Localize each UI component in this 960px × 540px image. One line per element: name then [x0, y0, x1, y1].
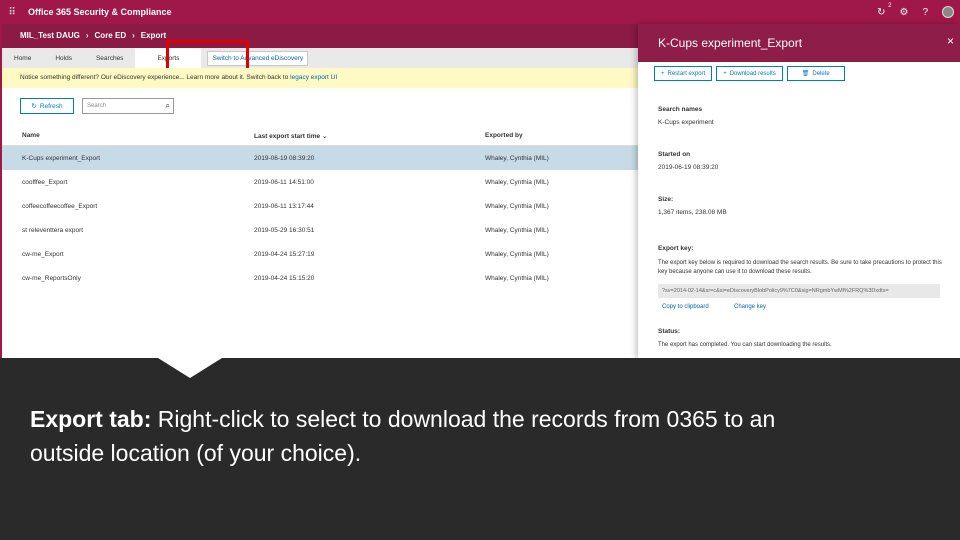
delete-button[interactable]: 🗑 Delete [786, 66, 845, 81]
row-name: st releventtera export [22, 226, 84, 234]
search-icon[interactable]: ⌕ [166, 101, 170, 111]
caption-bold: Export tab: [30, 406, 152, 432]
refresh-button[interactable]: ↻ Refresh [20, 98, 74, 114]
callout-pointer [158, 358, 222, 378]
column-header-exported-by[interactable]: Exported by [485, 132, 642, 139]
chevron-right-icon: › [132, 31, 135, 40]
app-launcher-icon[interactable]: ⠿ [0, 0, 24, 24]
row-time: 2019-04-24 15:27:19 [254, 250, 315, 258]
notice-text: Notice something different? Our eDiscove… [20, 74, 245, 81]
notice-banner: Notice something different? Our eDiscove… [2, 68, 642, 88]
change-key-link[interactable]: Change key [734, 304, 766, 310]
avatar[interactable] [942, 6, 954, 18]
refresh-label: Refresh [39, 102, 63, 110]
tab-holds[interactable]: Holds [43, 48, 84, 68]
panel-header: K-Cups experiment_Export × [638, 24, 960, 62]
tab-home[interactable]: Home [2, 48, 43, 68]
refresh-icon: ↻ [31, 103, 37, 110]
panel-title: K-Cups experiment_Export [658, 36, 803, 50]
row-exported-by: Whaley, Cynthia (MIL) [485, 250, 549, 258]
chevron-right-icon: › [85, 31, 89, 40]
caption: Export tab: Right-click to select to dow… [30, 402, 830, 470]
notice-switch-text: Switch back to [246, 74, 289, 81]
panel-actions: + Restart export + Download results 🗑 Delet… [654, 66, 845, 81]
row-name: K-Cups experiment_Export [22, 154, 101, 162]
status-value: The export has completed. You can start … [658, 342, 832, 348]
search-input[interactable]: Search ⌕ [82, 98, 174, 114]
table-row[interactable]: st releventtera export 2019-05-29 16:30:… [2, 218, 642, 242]
row-exported-by: Whaley, Cynthia (MIL) [485, 154, 549, 162]
breadcrumb: MIL_Test DAUG › Core ED › Export [20, 31, 166, 40]
search-names-value: K-Cups experiment [658, 119, 714, 126]
tab-searches[interactable]: Searches [84, 48, 135, 68]
status-label: Status: [658, 328, 681, 335]
row-time: 2019-06-11 14:51:00 [254, 178, 314, 186]
plus-icon: + [723, 70, 727, 77]
notifications-icon[interactable]: ↻ 2 [877, 3, 891, 18]
legacy-export-link[interactable]: legacy export UI [290, 74, 337, 81]
download-results-button[interactable]: + Download results [716, 66, 783, 81]
table-row[interactable]: coofffee_Export 2019-06-11 14:51:00 Whal… [2, 170, 642, 194]
row-exported-by: Whaley, Cynthia (MIL) [485, 274, 549, 282]
slide: ⠿ Office 365 Security & Compliance ↻ 2 ⚙ … [0, 0, 960, 540]
started-on-label: Started on [658, 151, 691, 158]
trash-icon: 🗑 [801, 71, 810, 77]
search-names-label: Search names [658, 106, 703, 113]
row-exported-by: Whaley, Cynthia (MIL) [485, 178, 549, 186]
exports-table: Name Last export start time ⌄ Exported b… [2, 126, 642, 290]
appbar-actions: ↻ 2 ⚙ ? [877, 0, 954, 24]
settings-icon[interactable]: ⚙ [899, 7, 908, 18]
search-placeholder: Search [87, 103, 107, 109]
row-time: 2019-04-24 15:15:20 [254, 274, 315, 282]
size-value: 1,367 items, 238.08 MB [658, 209, 727, 216]
size-label: Size: [658, 196, 674, 203]
sort-down-icon: ⌄ [321, 132, 328, 140]
export-details-panel: K-Cups experiment_Export × + Restart expo… [638, 24, 960, 358]
export-key-label: Export key: [658, 245, 694, 252]
restart-export-label: Restart export [667, 70, 706, 77]
table-header: Name Last export start time ⌄ Exported b… [2, 126, 642, 146]
table-row[interactable]: K-Cups experiment_Export 2019-06-19 08:3… [2, 146, 642, 170]
export-key-description: The export key below is required to down… [658, 260, 942, 275]
row-time: 2019-06-19 08:39:20 [254, 154, 315, 162]
copy-to-clipboard-link[interactable]: Copy to clipboard [662, 304, 709, 310]
row-name: coofffee_Export [22, 178, 68, 186]
row-name: coffeecoffeecoffee_Export [22, 202, 98, 210]
plus-icon: + [661, 70, 665, 77]
row-name: cw-me_Export [22, 250, 64, 258]
table-row[interactable]: cw-me_ReportsOnly 2019-04-24 15:15:20 Wh… [2, 266, 642, 290]
breadcrumb-item[interactable]: MIL_Test DAUG [20, 31, 80, 40]
column-header-name[interactable]: Name [2, 132, 254, 139]
delete-label: Delete [812, 70, 830, 77]
row-name: cw-me_ReportsOnly [22, 274, 81, 282]
download-results-label: Download results [729, 70, 776, 77]
column-header-time[interactable]: Last export start time ⌄ [254, 132, 485, 140]
breadcrumb-item[interactable]: Core ED [95, 31, 127, 40]
restart-export-button[interactable]: + Restart export [654, 66, 713, 81]
column-header-time-label: Last export start time [254, 132, 321, 140]
notification-count: 2 [888, 2, 892, 9]
row-exported-by: Whaley, Cynthia (MIL) [485, 226, 549, 234]
help-icon[interactable]: ? [922, 7, 928, 18]
app-bar: ⠿ Office 365 Security & Compliance ↻ 2 ⚙ … [0, 0, 960, 24]
started-on-value: 2019-06-19 08:39:20 [658, 164, 719, 171]
table-row[interactable]: cw-me_Export 2019-04-24 15:27:19 Whaley,… [2, 242, 642, 266]
table-row[interactable]: coffeecoffeecoffee_Export 2019-06-11 13:… [2, 194, 642, 218]
row-exported-by: Whaley, Cynthia (MIL) [485, 202, 549, 210]
breadcrumb-item[interactable]: Export [141, 31, 166, 40]
row-time: 2019-05-29 16:30:51 [254, 226, 315, 234]
app-title: Office 365 Security & Compliance [28, 7, 172, 17]
close-icon[interactable]: × [947, 34, 954, 48]
export-key-field[interactable]: ?sv=2014-02-14&sr=c&si=eDiscoveryBlobPol… [658, 284, 940, 298]
row-time: 2019-06-11 13:17:44 [254, 202, 314, 210]
